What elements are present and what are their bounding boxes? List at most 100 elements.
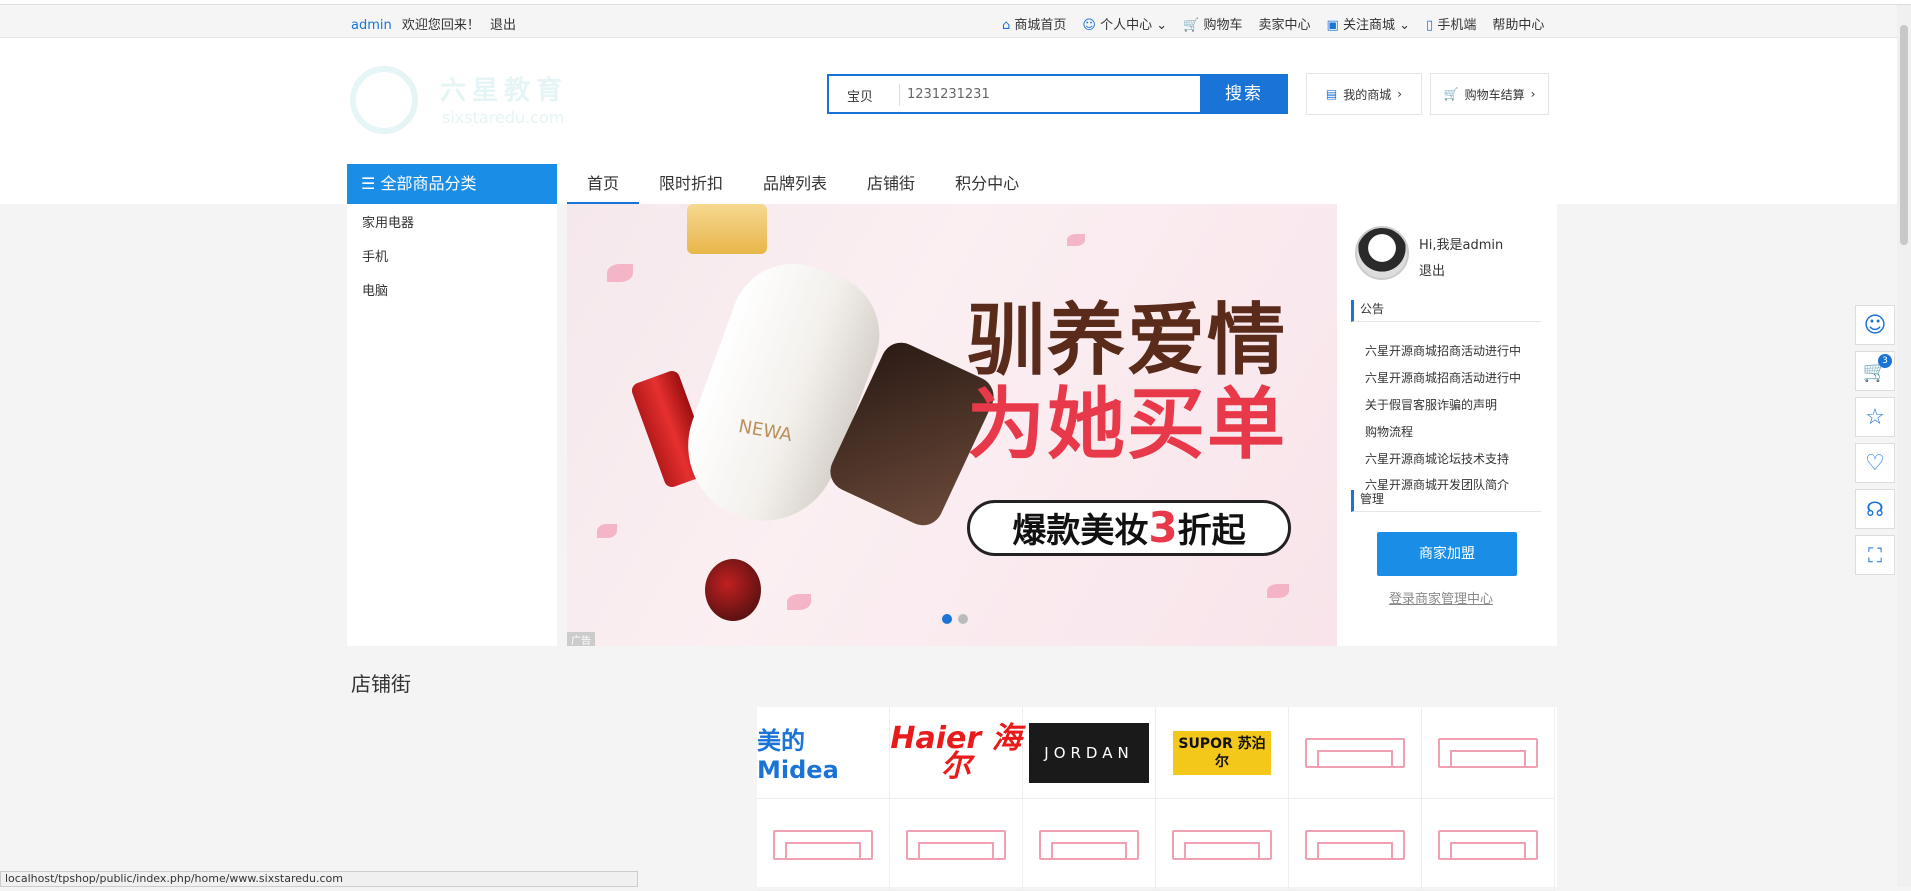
nav-cart[interactable]: 🛒 购物车 xyxy=(1183,14,1242,33)
headset-icon: ☊ xyxy=(1866,497,1884,521)
brand-cell[interactable]: SUPOR 苏泊尔 xyxy=(1156,707,1289,799)
avatar[interactable] xyxy=(1355,226,1409,280)
carousel-dots xyxy=(942,614,968,624)
category-list: 家用电器 手机 电脑 xyxy=(347,204,557,646)
banner-carousel[interactable]: NEWA 驯养爱情 为她买单 爆款美妆3折起 广告 xyxy=(567,204,1337,646)
category-item[interactable]: 手机 xyxy=(362,246,388,265)
notice-item[interactable]: 六星开源商城论坛技术支持 xyxy=(1365,450,1509,467)
placeholder-logo xyxy=(1172,829,1272,860)
petal-decoration xyxy=(787,594,811,610)
my-shop-button[interactable]: ▤ 我的商城 › xyxy=(1306,73,1422,115)
notice-item[interactable]: 关于假冒客服诈骗的声明 xyxy=(1365,396,1497,413)
brand-cell[interactable]: Haier 海尔 xyxy=(890,707,1023,799)
tab-flash-sale[interactable]: 限时折扣 xyxy=(639,164,743,204)
site-logo[interactable]: 六星教育 sixstaredu.com xyxy=(350,66,590,134)
tab-brands[interactable]: 品牌列表 xyxy=(743,164,847,204)
brand-cell[interactable] xyxy=(1023,799,1156,891)
mobile-icon: ▯ xyxy=(1426,18,1434,33)
brand-cell[interactable] xyxy=(757,799,890,891)
shop-street-title: 店铺街 xyxy=(351,672,411,696)
scrollbar-thumb[interactable] xyxy=(1900,25,1908,245)
petal-decoration xyxy=(1067,234,1085,246)
manage-heading: 管理 xyxy=(1351,490,1541,512)
brand-cell[interactable] xyxy=(890,799,1023,891)
nav-home[interactable]: ⌂ 商城首页 xyxy=(1002,14,1066,33)
all-categories-label: 全部商品分类 xyxy=(380,174,477,193)
brand-cell[interactable] xyxy=(1422,707,1555,799)
jordan-logo: JORDAN xyxy=(1029,722,1149,783)
logo-text: 六星教育 xyxy=(440,76,569,106)
nav-seller-center[interactable]: 卖家中心 xyxy=(1259,14,1311,33)
promo-number: 3 xyxy=(1148,503,1178,552)
notice-heading: 公告 xyxy=(1351,300,1541,322)
tab-points[interactable]: 积分中心 xyxy=(935,164,1039,204)
all-categories-button[interactable]: ☰ 全部商品分类 xyxy=(347,164,557,204)
tab-home[interactable]: 首页 xyxy=(567,164,640,204)
notice-item[interactable]: 六星开源商城招商活动进行中 xyxy=(1365,369,1521,386)
username-link[interactable]: admin xyxy=(351,18,392,33)
notice-item[interactable]: 六星开源商城招商活动进行中 xyxy=(1365,342,1521,359)
placeholder-logo xyxy=(1438,829,1538,860)
my-shop-label: 我的商城 xyxy=(1343,87,1392,102)
greeting-text: Hi,我是admin xyxy=(1419,238,1504,253)
rightbar-favorite[interactable]: ☆ xyxy=(1855,397,1895,437)
user-icon: ☺ xyxy=(1863,312,1887,338)
nav-help[interactable]: 帮助中心 xyxy=(1492,14,1544,33)
nail-polish-image xyxy=(705,559,761,621)
panel-logout-link[interactable]: 退出 xyxy=(1419,260,1445,279)
carousel-dot[interactable] xyxy=(958,614,968,624)
brand-cell[interactable] xyxy=(1422,799,1555,891)
chevron-right-icon: › xyxy=(1397,87,1403,101)
banner-promo: 爆款美妆3折起 xyxy=(967,500,1291,556)
scrollbar[interactable] xyxy=(1897,5,1911,887)
brand-cell[interactable]: 美的 Midea xyxy=(757,707,890,799)
nav-cart-label: 购物车 xyxy=(1203,18,1243,33)
category-item[interactable]: 电脑 xyxy=(362,280,388,299)
qrcode-icon: ▣ xyxy=(1326,18,1339,33)
placeholder-logo xyxy=(1039,829,1139,860)
rightbar-cart[interactable]: 🛒 3 xyxy=(1855,351,1895,391)
scan-icon: ⛶ xyxy=(1868,543,1882,567)
rightbar-user[interactable]: ☺ xyxy=(1855,305,1895,345)
brand-cell[interactable] xyxy=(1156,799,1289,891)
perfume-bottle-image xyxy=(687,204,767,254)
midea-logo: 美的 Midea xyxy=(757,727,839,784)
rightbar-like[interactable]: ♡ xyxy=(1855,443,1895,483)
search-type-select[interactable]: 宝贝 xyxy=(847,86,873,105)
status-url: localhost/tpshop/public/index.php/home/w… xyxy=(0,871,638,887)
logout-link[interactable]: 退出 xyxy=(490,18,516,33)
carousel-dot[interactable] xyxy=(942,614,952,624)
nav-mobile[interactable]: ▯ 手机端 xyxy=(1426,14,1476,33)
placeholder-logo xyxy=(1305,829,1405,860)
category-item[interactable]: 家用电器 xyxy=(362,212,414,231)
placeholder-logo xyxy=(1438,737,1538,768)
rightbar-service[interactable]: ☊ xyxy=(1855,489,1895,529)
brand-cell[interactable] xyxy=(1289,707,1422,799)
notice-item[interactable]: 购物流程 xyxy=(1365,423,1413,440)
banner-headline: 驯养爱情 为她买单 xyxy=(967,299,1287,467)
cart-count-badge: 3 xyxy=(1878,354,1892,368)
haier-logo: Haier 海尔 xyxy=(890,720,1022,784)
nav-user-center-label: 个人中心 xyxy=(1100,18,1153,33)
rightbar-scan[interactable]: ⛶ xyxy=(1855,535,1895,575)
brand-cell[interactable] xyxy=(1289,799,1422,891)
nav-follow[interactable]: ▣ 关注商城 ⌄ xyxy=(1327,14,1411,33)
menu-icon: ☰ xyxy=(361,174,376,193)
main-nav: 首页 限时折扣 品牌列表 店铺街 积分中心 xyxy=(567,164,1567,204)
tab-shop-street[interactable]: 店铺街 xyxy=(847,164,935,204)
search-input[interactable] xyxy=(907,82,1187,106)
brand-cell[interactable]: JORDAN xyxy=(1023,707,1156,799)
merchant-join-button[interactable]: 商家加盟 xyxy=(1377,532,1517,576)
cart-checkout-button[interactable]: 🛒 购物车结算 › xyxy=(1430,73,1549,115)
device-label: NEWA xyxy=(736,415,794,447)
nav-user-center[interactable]: ☺ 个人中心 ⌄ xyxy=(1082,14,1167,33)
star-icon: ☆ xyxy=(1865,404,1885,430)
merchant-login-link[interactable]: 登录商家管理中心 xyxy=(1389,588,1493,607)
chevron-right-icon: › xyxy=(1530,87,1536,101)
user-panel: Hi,我是admin 退出 公告 六星开源商城招商活动进行中 六星开源商城招商活… xyxy=(1337,204,1557,646)
search-button[interactable]: 搜索 xyxy=(1200,74,1288,114)
petal-decoration xyxy=(607,264,633,282)
petal-decoration xyxy=(597,524,617,538)
promo-text-a: 爆款美妆 xyxy=(1012,511,1149,551)
shop-icon: ▤ xyxy=(1325,87,1338,101)
